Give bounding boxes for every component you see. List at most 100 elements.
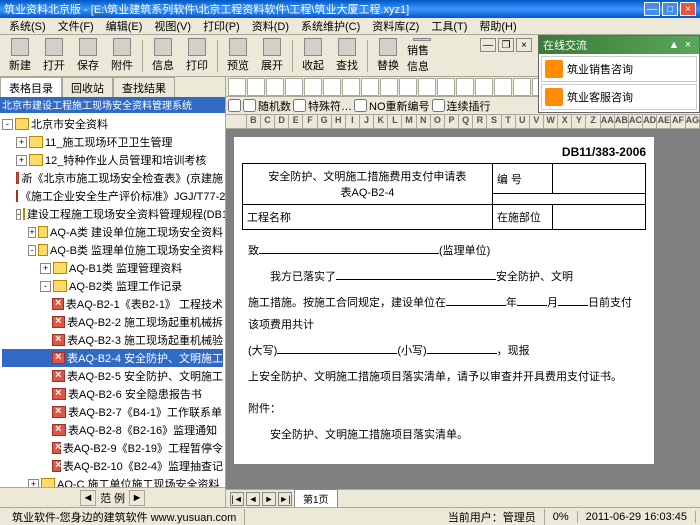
left-tab-2[interactable]: 查找结果 — [113, 77, 175, 97]
ed-btn-0[interactable] — [228, 78, 246, 96]
col-K[interactable]: K — [374, 115, 388, 128]
chk-连续插行[interactable]: 连续插行 — [432, 98, 491, 114]
col-Q[interactable]: Q — [459, 115, 473, 128]
ed-btn-10[interactable] — [418, 78, 436, 96]
col-AC[interactable]: AC — [629, 115, 643, 128]
document-area[interactable]: DB11/383-2006 安全防护、文明施工措施费用支付申请表 表AQ-B2-… — [226, 129, 700, 489]
col-J[interactable]: J — [360, 115, 374, 128]
col-N[interactable]: N — [417, 115, 431, 128]
expand-icon[interactable]: - — [40, 281, 51, 292]
ed-btn-9[interactable] — [399, 78, 417, 96]
ed-btn-4[interactable] — [304, 78, 322, 96]
col-C[interactable]: C — [261, 115, 275, 128]
col-Y[interactable]: Y — [572, 115, 586, 128]
ed-btn-6[interactable] — [342, 78, 360, 96]
tool-收起[interactable]: 收起 — [297, 37, 329, 75]
tree-node[interactable]: +11_施工现场环卫卫生管理 — [2, 133, 223, 151]
col-D[interactable]: D — [275, 115, 289, 128]
close-button[interactable]: × — [680, 2, 696, 16]
doc-location-value[interactable] — [553, 205, 646, 230]
col-O[interactable]: O — [431, 115, 445, 128]
tool-附件[interactable]: 附件 — [106, 37, 138, 75]
tree-node[interactable]: 《施工企业安全生产评价标准》JGJ/T77-20 — [2, 187, 223, 205]
expand-icon[interactable]: + — [28, 479, 39, 488]
col-AE[interactable]: AE — [657, 115, 671, 128]
col-AG[interactable]: AG — [686, 115, 700, 128]
ed-btn-8[interactable] — [380, 78, 398, 96]
ed-btn-5[interactable] — [323, 78, 341, 96]
tree-node[interactable]: 表AQ-B2-3 施工现场起重机械验 — [2, 331, 223, 349]
expand-icon[interactable]: - — [2, 119, 13, 130]
tree-node[interactable]: 表AQ-B2-6 安全隐患报告书 — [2, 385, 223, 403]
col-AD[interactable]: AD — [643, 115, 657, 128]
tree-node[interactable]: 表AQ-B2-5 安全防护、文明施工 — [2, 367, 223, 385]
col-H[interactable]: H — [332, 115, 346, 128]
col-Z[interactable]: Z — [586, 115, 600, 128]
tree-node[interactable]: -北京市安全资料 — [2, 115, 223, 133]
tree-node[interactable]: 表AQ-B2-8《B2-16》监理通知 — [2, 421, 223, 439]
menu-工具(T)[interactable]: 工具(T) — [426, 17, 472, 35]
first-page-button[interactable]: |◄ — [230, 492, 244, 506]
chat-item[interactable]: 筑业客服咨询 — [541, 84, 697, 110]
tool-预览[interactable]: 预览 — [222, 37, 254, 75]
ed-btn-15[interactable] — [513, 78, 531, 96]
col-G[interactable]: G — [318, 115, 332, 128]
tree-node[interactable]: 新《北京市施工现场安全检查表》(京建施 — [2, 169, 223, 187]
menu-资料(D)[interactable]: 资料(D) — [247, 17, 294, 35]
col-W[interactable]: W — [544, 115, 558, 128]
ed-btn-14[interactable] — [494, 78, 512, 96]
tool-信息[interactable]: 信息 — [147, 37, 179, 75]
col-E[interactable]: E — [289, 115, 303, 128]
tree-node[interactable]: +AQ-A类 建设单位施工现场安全资料 — [2, 223, 223, 241]
col-AA[interactable]: AA — [601, 115, 615, 128]
expand-icon[interactable]: + — [40, 263, 51, 274]
tree-node[interactable]: +12_特种作业人员管理和培训考核 — [2, 151, 223, 169]
ed-btn-3[interactable] — [285, 78, 303, 96]
chk-特殊符…[interactable]: 特殊符… — [293, 98, 352, 114]
expand-icon[interactable]: + — [28, 227, 36, 238]
chk-NO重新编号[interactable]: NO重新编号 — [354, 98, 430, 114]
col-S[interactable]: S — [487, 115, 501, 128]
col-U[interactable]: U — [516, 115, 530, 128]
item-field[interactable] — [336, 266, 496, 280]
maximize-button[interactable]: □ — [662, 2, 678, 16]
menu-文件(F)[interactable]: 文件(F) — [53, 17, 99, 35]
left-tab-1[interactable]: 回收站 — [62, 77, 113, 97]
minimize-button[interactable]: — — [644, 2, 660, 16]
tree-node[interactable]: 表AQ-B2-1《表B2-1》 工程技术 — [2, 295, 223, 313]
mdi-minimize-button[interactable]: — — [480, 38, 496, 52]
ed-btn-1[interactable] — [247, 78, 265, 96]
chat-panel-close-icon[interactable]: × — [681, 38, 695, 52]
tree-node[interactable]: +AQ-B1类 监理管理资料 — [2, 259, 223, 277]
tool-展开[interactable]: 展开 — [256, 37, 288, 75]
col-AF[interactable]: AF — [671, 115, 685, 128]
prev-page-button[interactable]: ◄ — [246, 492, 260, 506]
last-page-button[interactable]: ►| — [278, 492, 292, 506]
chk-[interactable] — [228, 99, 241, 112]
chk-随机数[interactable]: 随机数 — [243, 98, 291, 114]
menu-视图(V)[interactable]: 视图(V) — [149, 17, 196, 35]
col-B[interactable]: B — [247, 115, 261, 128]
tree-node[interactable]: -建设工程施工现场安全资料管理规程(DB11/ — [2, 205, 223, 223]
tree-node[interactable]: 表AQ-B2-10《B2-4》监理抽查记 — [2, 457, 223, 475]
ed-btn-2[interactable] — [266, 78, 284, 96]
tree-node[interactable]: 表AQ-B2-4 安全防护、文明施工 — [2, 349, 223, 367]
ed-btn-11[interactable] — [437, 78, 455, 96]
ed-btn-12[interactable] — [456, 78, 474, 96]
expand-icon[interactable]: + — [16, 137, 27, 148]
ed-btn-13[interactable] — [475, 78, 493, 96]
tool-查找[interactable]: 查找 — [331, 37, 363, 75]
menu-帮助(H)[interactable]: 帮助(H) — [474, 17, 521, 35]
menu-系统维护(C)[interactable]: 系统维护(C) — [296, 17, 365, 35]
col-X[interactable]: X — [558, 115, 572, 128]
col-P[interactable]: P — [445, 115, 459, 128]
tool-替换[interactable]: 替换 — [372, 37, 404, 75]
doc-no-value[interactable] — [553, 164, 646, 194]
next-page-button[interactable]: ► — [262, 492, 276, 506]
expand-icon[interactable]: + — [16, 155, 27, 166]
col-I[interactable]: I — [346, 115, 360, 128]
col-V[interactable]: V — [530, 115, 544, 128]
tree-node[interactable]: 表AQ-B2-9《B2-19》工程暂停令 — [2, 439, 223, 457]
tool-销售信息[interactable]: 销售信息 — [406, 37, 438, 75]
left-tab-0[interactable]: 表格目录 — [0, 77, 62, 97]
